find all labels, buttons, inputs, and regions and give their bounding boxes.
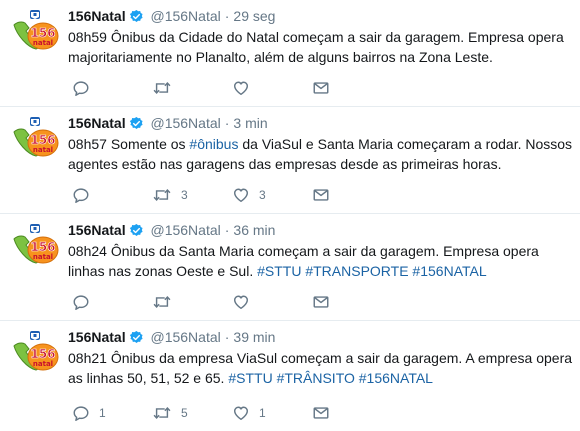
retweet-icon [152, 404, 172, 422]
tweet-header: 156Natal @156Natal · 29 seg [68, 5, 570, 27]
verified-badge-icon [129, 9, 144, 24]
verified-badge-icon [129, 223, 144, 238]
like-button[interactable] [232, 79, 312, 97]
retweet-button[interactable] [152, 293, 232, 311]
reply-icon [72, 79, 90, 97]
tweet-text: 08h24 Ônibus da Santa Maria começam a sa… [68, 241, 573, 281]
timestamp[interactable]: 3 min [233, 115, 267, 131]
timestamp[interactable]: 39 min [233, 329, 275, 345]
reply-button[interactable] [72, 186, 152, 204]
reply-button[interactable] [72, 79, 152, 97]
avatar[interactable] [10, 329, 60, 379]
like-count: 1 [259, 406, 266, 420]
heart-icon [232, 79, 250, 97]
tweet-header: 156Natal @156Natal · 36 min [68, 219, 570, 241]
hashtag-links[interactable]: #STTU #TRANSPORTE #156NATAL [257, 263, 487, 279]
separator: · [224, 8, 230, 24]
reply-button[interactable]: 1 [72, 404, 152, 422]
envelope-icon [312, 186, 330, 204]
tweet-text: 08h59 Ônibus da Cidade do Natal começam … [68, 27, 573, 67]
tweet-actions: 1 5 1 [72, 403, 392, 423]
retweet-icon [152, 293, 172, 311]
reply-icon [72, 186, 90, 204]
reply-count: 1 [99, 406, 106, 420]
envelope-icon [312, 79, 330, 97]
retweet-button[interactable]: 5 [152, 404, 232, 422]
envelope-icon [312, 404, 330, 422]
timestamp[interactable]: 29 seg [233, 8, 275, 24]
retweet-icon [152, 79, 172, 97]
reply-button[interactable] [72, 293, 152, 311]
tweet[interactable]: 156Natal @156Natal · 3 min 08h57 Somente o… [0, 107, 580, 214]
envelope-icon [312, 293, 330, 311]
verified-badge-icon [129, 116, 144, 131]
reply-icon [72, 293, 90, 311]
author-name[interactable]: 156Natal [68, 8, 126, 24]
author-handle[interactable]: @156Natal [150, 222, 220, 238]
hashtag-links[interactable]: #STTU #TRÂNSITO #156NATAL [228, 370, 433, 386]
tweet-timeline: 156Natal @156Natal · 29 seg 08h59 Ônibus d… [0, 0, 580, 431]
tweet-header: 156Natal @156Natal · 3 min [68, 112, 570, 134]
tweet-actions [72, 292, 392, 312]
retweet-button[interactable] [152, 79, 232, 97]
tweet-text-body: 08h59 Ônibus da Cidade do Natal começam … [68, 29, 564, 65]
like-button[interactable]: 3 [232, 186, 312, 204]
tweet[interactable]: 156Natal @156Natal · 36 min 08h24 Ônibus d… [0, 214, 580, 321]
hashtag-link[interactable]: #ônibus [189, 136, 238, 152]
avatar[interactable] [10, 115, 60, 165]
tweet[interactable]: 156Natal @156Natal · 39 min 08h21 Ônibus d… [0, 321, 580, 431]
author-name[interactable]: 156Natal [68, 115, 126, 131]
tweet-actions [72, 78, 392, 98]
author-handle[interactable]: @156Natal [150, 8, 220, 24]
avatar[interactable] [10, 8, 60, 58]
tweet-text-body: 08h57 Somente os [68, 136, 190, 152]
like-button[interactable] [232, 293, 312, 311]
reply-icon [72, 404, 90, 422]
retweet-icon [152, 186, 172, 204]
tweet-text: 08h57 Somente os #ônibus da ViaSul e San… [68, 134, 573, 174]
heart-icon [232, 293, 250, 311]
avatar[interactable] [10, 222, 60, 272]
retweet-button[interactable]: 3 [152, 186, 232, 204]
heart-icon [232, 404, 250, 422]
retweet-count: 3 [181, 188, 188, 202]
separator: · [224, 115, 230, 131]
author-name[interactable]: 156Natal [68, 329, 126, 345]
like-count: 3 [259, 188, 266, 202]
direct-message-button[interactable] [312, 186, 392, 204]
author-handle[interactable]: @156Natal [150, 329, 220, 345]
tweet-text: 08h21 Ônibus da empresa ViaSul começam a… [68, 348, 573, 388]
direct-message-button[interactable] [312, 293, 392, 311]
like-button[interactable]: 1 [232, 404, 312, 422]
author-name[interactable]: 156Natal [68, 222, 126, 238]
direct-message-button[interactable] [312, 79, 392, 97]
separator: · [224, 222, 230, 238]
timestamp[interactable]: 36 min [233, 222, 275, 238]
author-handle[interactable]: @156Natal [150, 115, 220, 131]
tweet-header: 156Natal @156Natal · 39 min [68, 326, 570, 348]
retweet-count: 5 [181, 406, 188, 420]
tweet[interactable]: 156Natal @156Natal · 29 seg 08h59 Ônibus d… [0, 0, 580, 107]
direct-message-button[interactable] [312, 404, 392, 422]
heart-icon [232, 186, 250, 204]
tweet-actions: 3 3 [72, 185, 392, 205]
verified-badge-icon [129, 330, 144, 345]
separator: · [224, 329, 230, 345]
